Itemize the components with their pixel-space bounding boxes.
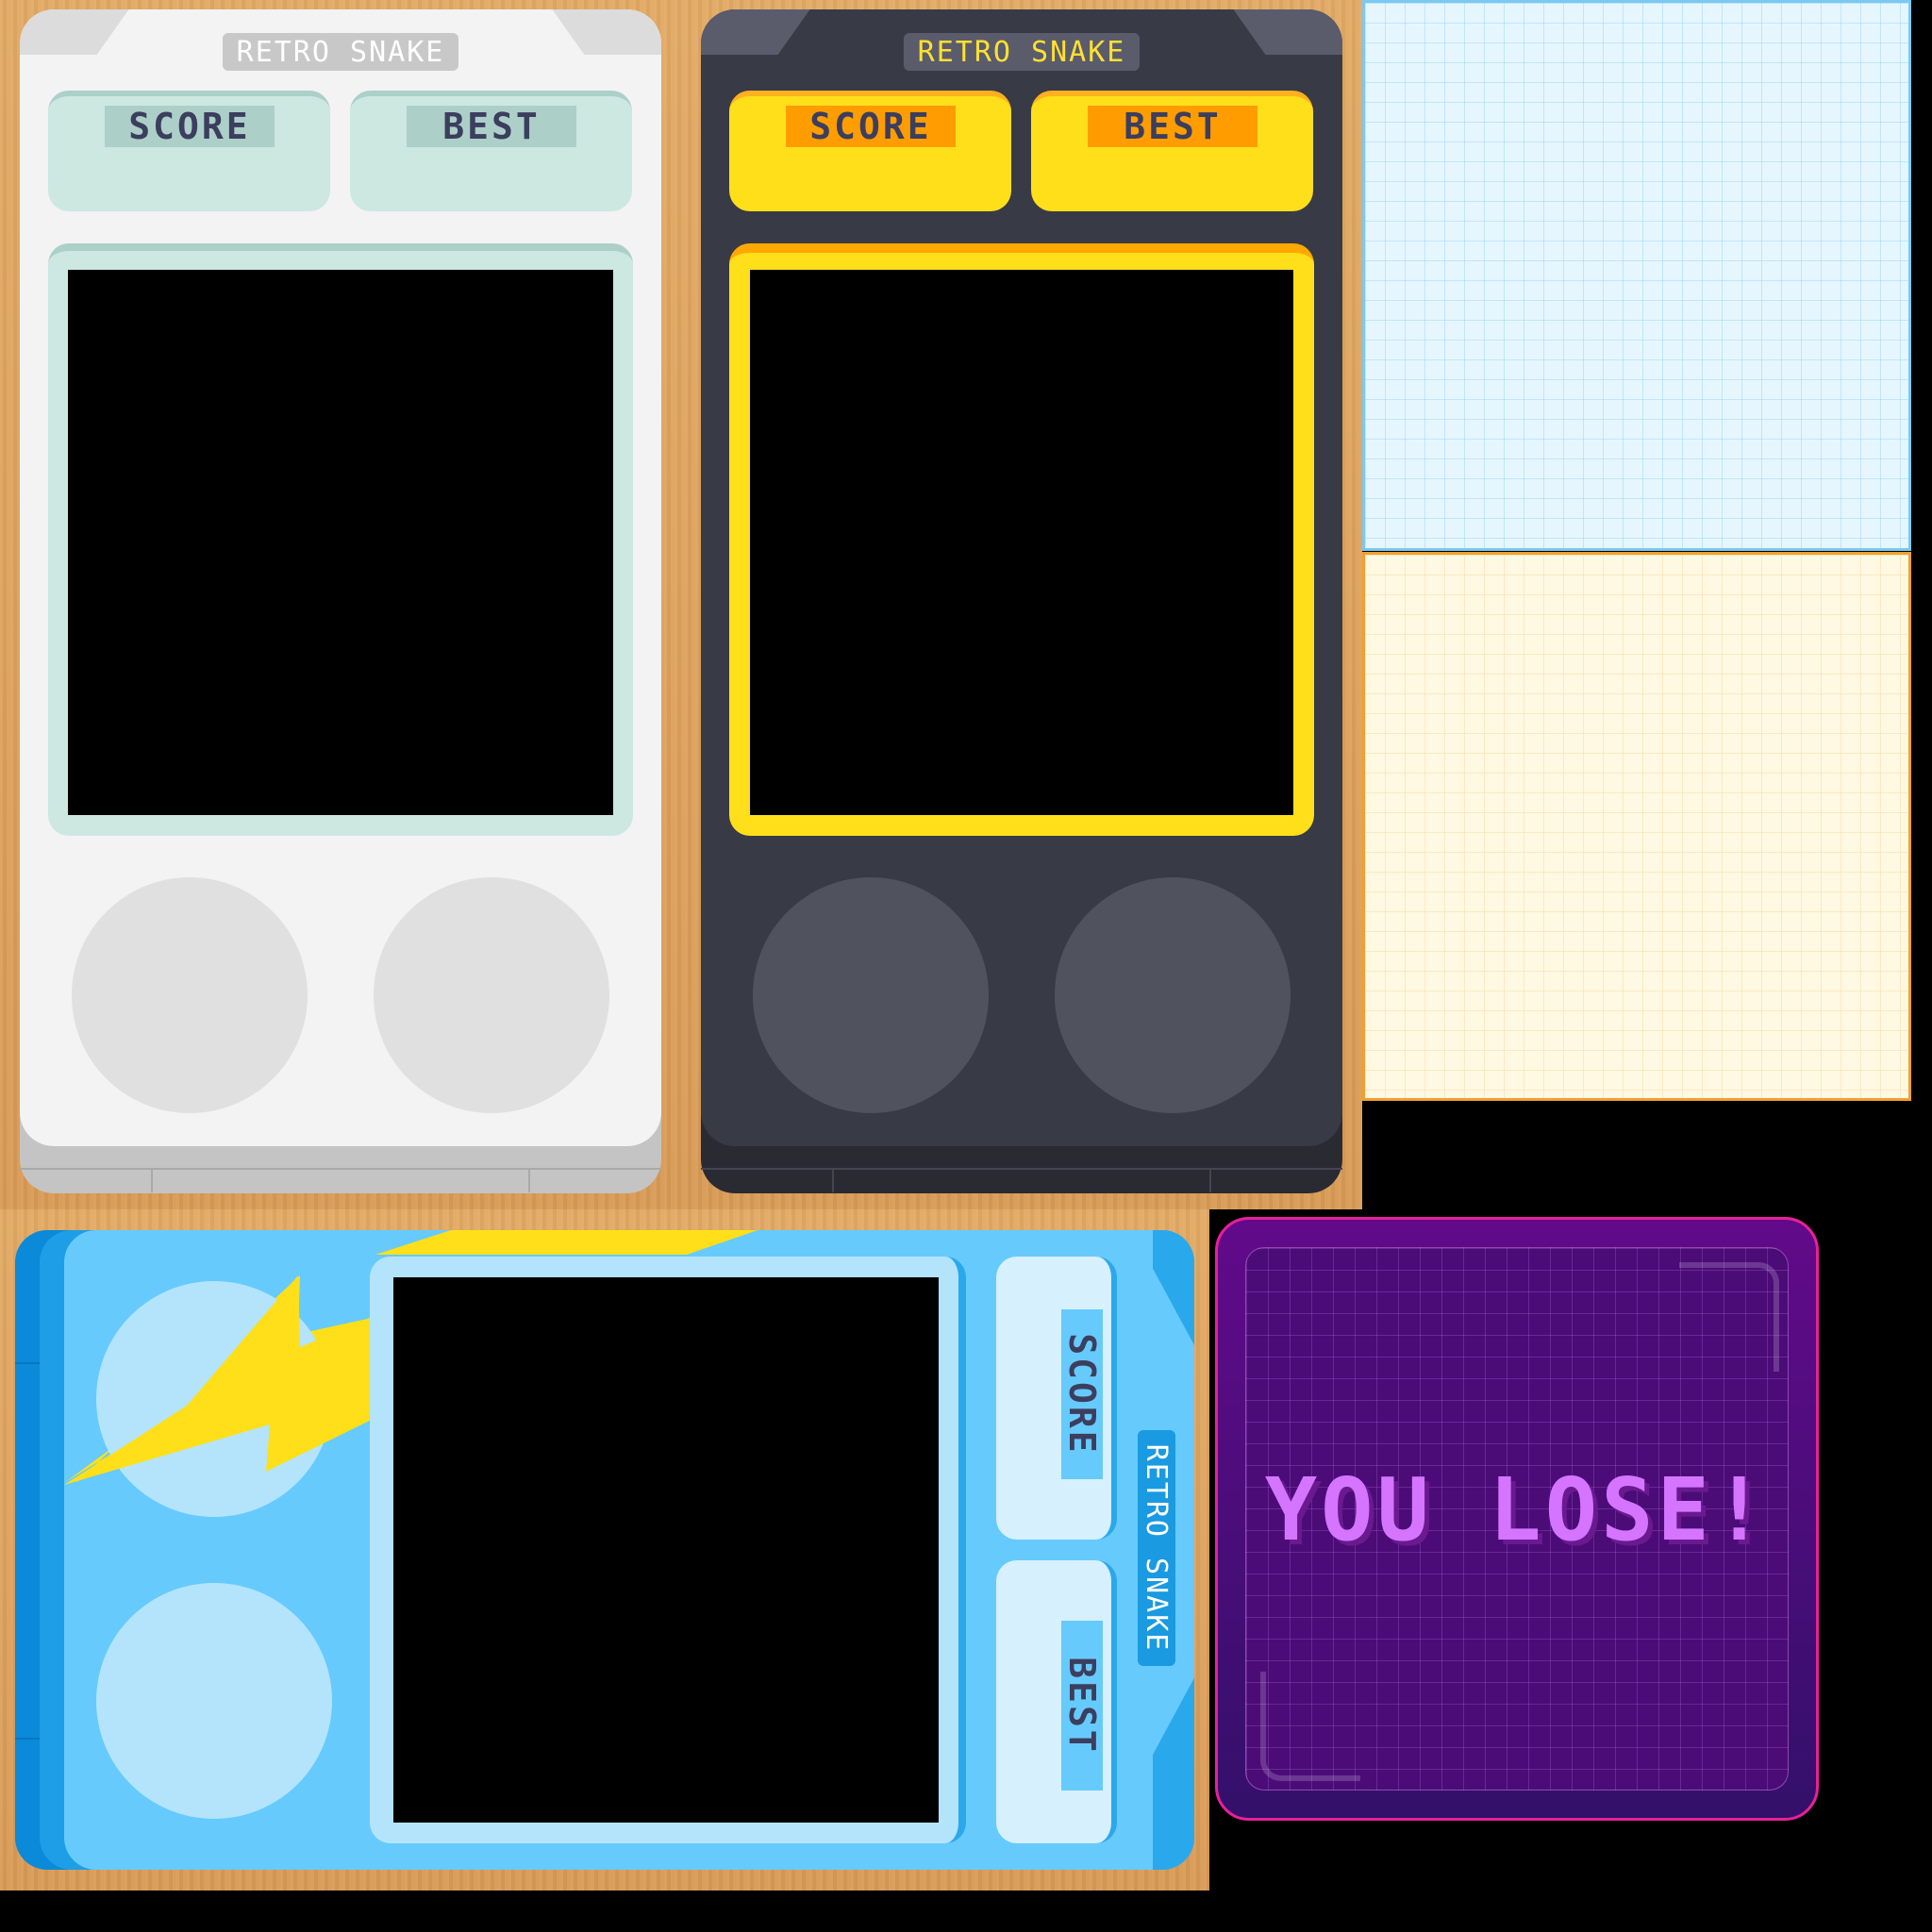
light-score-label: SCORE	[105, 106, 275, 147]
light-console-foot-seam-right	[528, 1170, 530, 1192]
blue-console-seam-bottom	[15, 1738, 40, 1740]
dark-console-foot-seam-right	[1209, 1170, 1211, 1192]
lose-message: YOU LOSE!	[1264, 1458, 1770, 1560]
lose-panel-corner-bottom-left	[1260, 1672, 1360, 1781]
blue-game-screen	[393, 1277, 939, 1823]
light-console-base-line	[20, 1168, 661, 1170]
dark-best-label: BEST	[1088, 106, 1257, 147]
light-right-button[interactable]	[374, 877, 609, 1113]
lose-panel-corner-top-right	[1679, 1262, 1779, 1372]
light-game-screen	[68, 270, 613, 815]
blue-console-seam-top	[15, 1362, 40, 1364]
yellow-grid-panel	[1362, 552, 1911, 1101]
blue-grid-panel	[1362, 0, 1911, 551]
light-best-label: BEST	[407, 106, 576, 147]
blue-console-title: RETRO SNAKE	[1138, 1430, 1175, 1666]
light-console-title: RETRO SNAKE	[223, 33, 458, 71]
dark-console-base-line	[701, 1168, 1342, 1170]
dark-console-title: RETRO SNAKE	[904, 33, 1140, 71]
dark-console-foot-seam-left	[832, 1170, 834, 1192]
blue-best-label: BEST	[1061, 1621, 1103, 1790]
lightning-bolt-overlay	[64, 1275, 385, 1485]
dark-game-screen	[750, 270, 1293, 815]
blue-bottom-button[interactable]	[96, 1583, 332, 1819]
lightning-top-stripe	[375, 1230, 758, 1255]
blue-score-label: SCORE	[1061, 1309, 1103, 1479]
dark-left-button[interactable]	[753, 877, 989, 1113]
dark-right-button[interactable]	[1055, 877, 1291, 1113]
light-console-foot-seam-left	[151, 1170, 153, 1192]
dark-score-label: SCORE	[786, 106, 956, 147]
lightning-bolt-shape	[64, 1275, 385, 1485]
light-left-button[interactable]	[72, 877, 308, 1113]
